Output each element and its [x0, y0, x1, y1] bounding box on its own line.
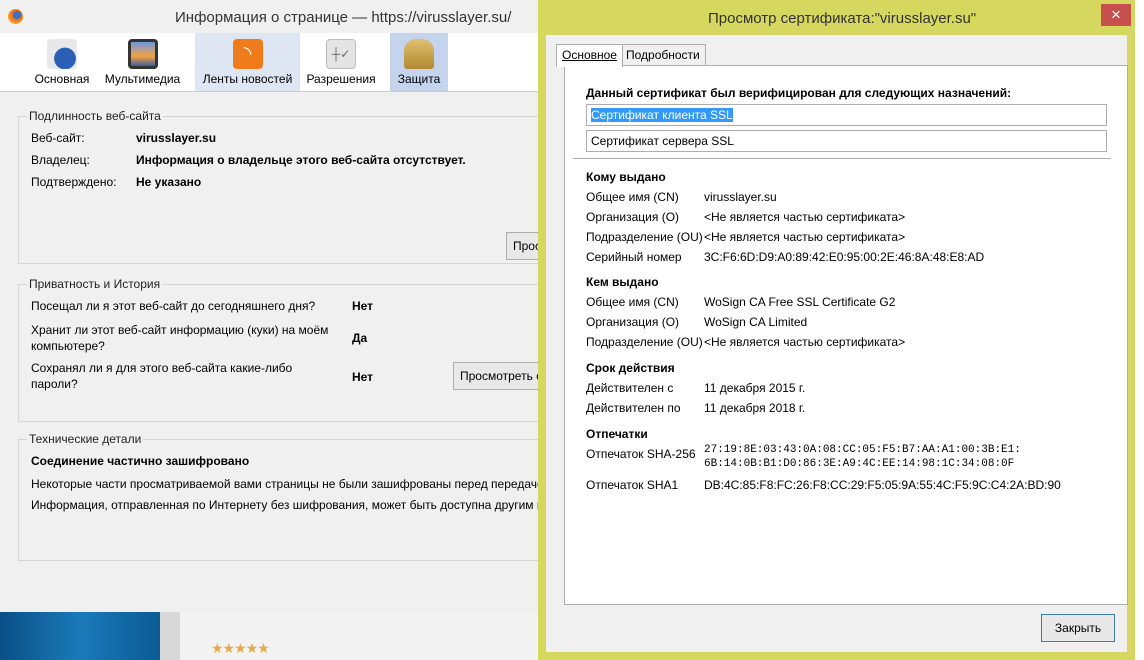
media-icon	[127, 39, 158, 69]
field-value: 11 декабря 2018 г.	[704, 401, 806, 415]
website-value: virusslayer.su	[136, 131, 217, 145]
verified-value: Не указано	[136, 175, 202, 189]
sha1-label: Отпечаток SHA1	[586, 478, 679, 492]
field-label: Подразделение (OU)	[586, 230, 703, 244]
lock-icon	[404, 39, 434, 69]
usage-item[interactable]: Сертификат сервера SSL	[586, 130, 1107, 152]
encryption-status: Соединение частично зашифровано	[31, 454, 250, 468]
field-label: Общее имя (CN)	[586, 190, 679, 204]
field-value: 3C:F6:6D:D9:A0:89:42:E0:95:00:2E:46:8A:4…	[704, 250, 985, 264]
info-icon	[47, 39, 77, 69]
usage-item[interactable]: Сертификат клиента SSL	[586, 104, 1107, 126]
field-value: <Не является частью сертификата>	[704, 230, 906, 244]
verified-label: Подтверждено:	[31, 175, 117, 189]
section-heading: Отпечатки	[586, 427, 648, 441]
tech-detail-2: Информация, отправленная по Интернету бе…	[31, 498, 605, 512]
passwords-question: Сохранял ли я для этого веб-сайта какие-…	[31, 361, 293, 375]
close-icon[interactable]: ×	[1101, 4, 1131, 26]
tab-media[interactable]: Мультимедиа	[100, 33, 185, 91]
permissions-icon: ┼✓	[326, 39, 356, 69]
tab-permissions[interactable]: ┼✓ Разрешения	[302, 33, 380, 91]
window-title: Информация о странице — https://virussla…	[175, 9, 512, 26]
firefox-icon	[8, 9, 23, 24]
rating-stars: ★★★★★	[211, 640, 270, 656]
field-value: virusslayer.su	[704, 190, 777, 204]
background-image	[0, 612, 160, 660]
field-label: Действителен с	[586, 381, 674, 395]
rss-icon: ◝	[232, 39, 263, 69]
field-label: Организация (O)	[586, 210, 680, 224]
field-label: Серийный номер	[586, 250, 682, 264]
background-texture	[160, 612, 180, 660]
website-label: Веб-сайт:	[31, 131, 85, 145]
page-edge	[1135, 0, 1144, 660]
owner-label: Владелец:	[31, 153, 90, 167]
cookies-answer: Да	[352, 331, 368, 345]
visited-answer: Нет	[352, 299, 374, 313]
field-value: <Не является частью сертификата>	[704, 335, 906, 349]
tab-general[interactable]: Основная	[28, 33, 96, 91]
verified-heading: Данный сертификат был верифицирован для …	[586, 86, 1012, 100]
sha256-value-cont: 6B:14:0B:B1:D0:86:3E:A9:4C:EE:14:98:1C:3…	[704, 458, 1015, 470]
section-heading: Кем выдано	[586, 275, 659, 289]
section-heading: Кому выдано	[586, 170, 666, 184]
cookies-question-cont: компьютере?	[31, 339, 105, 353]
field-label: Подразделение (OU)	[586, 335, 703, 349]
certificate-dialog: Просмотр сертификата:"virusslayer.su" × …	[538, 0, 1135, 660]
field-value: WoSign CA Free SSL Certificate G2	[704, 295, 896, 309]
tab-feeds[interactable]: ◝ Ленты новостей	[195, 33, 300, 91]
tab-details[interactable]: Подробности	[620, 44, 706, 66]
page-info-window: Информация о странице — https://virussla…	[0, 0, 653, 612]
tech-detail-1: Некоторые части просматриваемой вами стр…	[31, 477, 551, 491]
owner-value: Информация о владельце этого веб-сайта о…	[136, 153, 466, 167]
field-value: 11 декабря 2015 г.	[704, 381, 806, 395]
website-identity-group: Подлинность веб-сайта	[18, 109, 548, 264]
cookies-question: Хранит ли этот веб-сайт информацию (куки…	[31, 323, 329, 337]
dialog-body: Основное Подробности Данный сертификат б…	[546, 35, 1128, 652]
section-heading: Срок действия	[586, 361, 675, 375]
separator	[573, 158, 1111, 159]
sha1-value: DB:4C:85:F8:FC:26:F8:CC:29:F5:05:9A:55:4…	[704, 478, 1061, 492]
sha256-label: Отпечаток SHA-256	[586, 447, 696, 461]
field-value: <Не является частью сертификата>	[704, 210, 906, 224]
field-label: Организация (O)	[586, 315, 680, 329]
sha256-value: 27:19:8E:03:43:0A:08:CC:05:F5:B7:AA:A1:0…	[704, 444, 1021, 456]
field-label: Действителен по	[586, 401, 681, 415]
passwords-answer: Нет	[352, 370, 374, 384]
field-value: WoSign CA Limited	[704, 315, 808, 329]
dialog-title: Просмотр сертификата:"virusslayer.su"	[708, 10, 977, 27]
general-panel: Данный сертификат был верифицирован для …	[564, 65, 1128, 605]
tab-general[interactable]: Основное	[556, 44, 623, 67]
title-bar: Информация о странице — https://virussla…	[0, 0, 548, 33]
tab-security[interactable]: Защита	[390, 33, 448, 91]
passwords-question-cont: пароли?	[31, 377, 78, 391]
field-label: Общее имя (CN)	[586, 295, 679, 309]
toolbar: Основная Мультимедиа ◝ Ленты новостей ┼✓ Р…	[0, 33, 548, 92]
close-button[interactable]: Закрыть	[1041, 614, 1115, 642]
visited-question: Посещал ли я этот веб-сайт до сегодняшне…	[31, 299, 316, 313]
